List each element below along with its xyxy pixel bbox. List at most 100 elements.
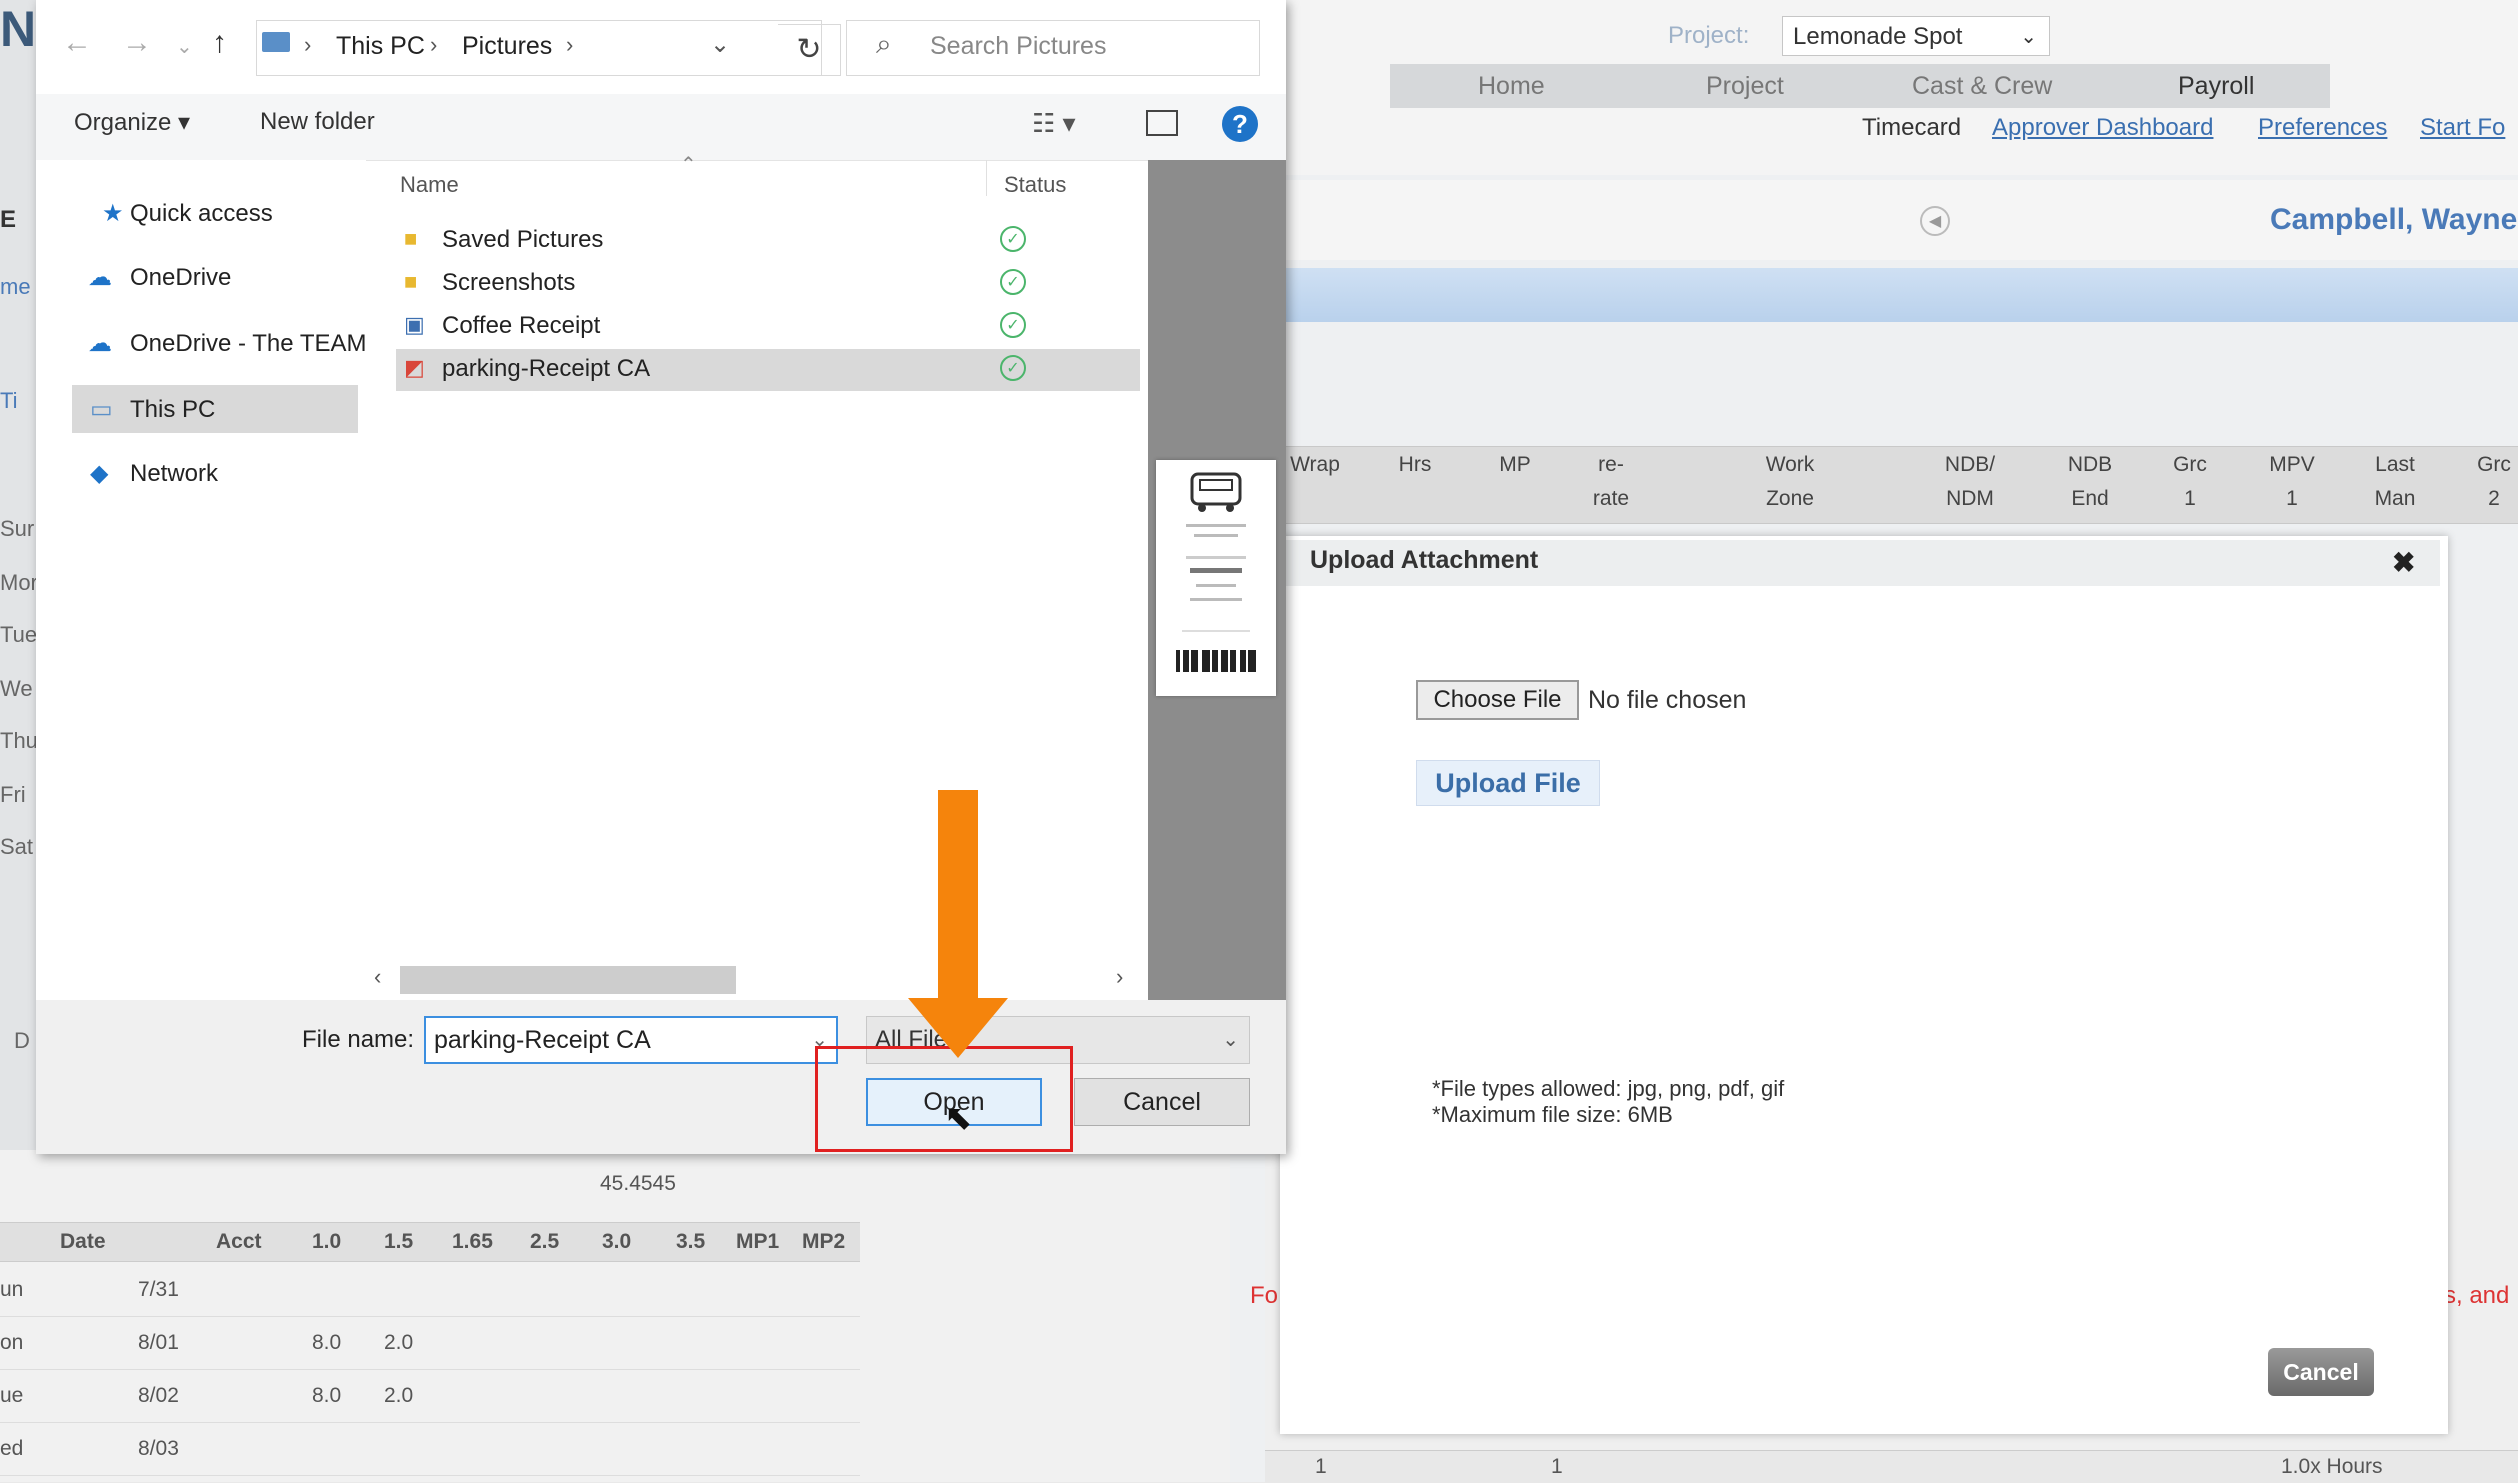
summary-row: 1 1 1.0x Hours <box>1265 1450 2518 1483</box>
row-1-0: 8.0 <box>312 1331 342 1354</box>
view-options-icon[interactable]: ☷ ▾ <box>1032 108 1076 139</box>
row-1-5: 2.0 <box>384 1331 414 1354</box>
row-day: ue <box>0 1384 24 1407</box>
scrollbar-thumb[interactable] <box>400 966 736 994</box>
choose-file-button[interactable]: Choose File <box>1416 680 1579 720</box>
logo-letter: N <box>0 1 37 57</box>
summary-cell-1: 1 <box>1315 1455 1327 1478</box>
upload-file-button[interactable]: Upload File <box>1416 760 1600 806</box>
subnav-approver-dashboard[interactable]: Approver Dashboard <box>1992 114 2213 142</box>
file-types-note: *File types allowed: jpg, png, pdf, gif <box>1432 1076 1785 1101</box>
subnav-timecard[interactable]: Timecard <box>1862 114 1961 142</box>
scroll-left-icon[interactable]: ‹ <box>374 964 381 990</box>
pc-icon <box>262 32 290 52</box>
synced-check-icon: ✓ <box>1000 355 1026 381</box>
nav-onedrive-team[interactable]: ☁ OneDrive - The TEAM <box>88 322 367 366</box>
close-icon[interactable]: ✖ <box>2392 546 2415 579</box>
grid-header-rerate: re-rate <box>1592 453 1630 510</box>
orange-arrow-head <box>908 998 1008 1058</box>
organize-button[interactable]: Organize ▾ <box>74 108 190 137</box>
scroll-right-icon[interactable]: › <box>1116 964 1123 990</box>
table-row: on 8/01 8.0 2.0 <box>0 1317 860 1370</box>
grid-header-last-man: Last Man <box>2374 453 2416 510</box>
dialog-toolbar <box>36 94 1286 161</box>
modal-title: Upload Attachment <box>1310 546 1539 574</box>
hours-col-acct: Acct <box>216 1230 262 1253</box>
summary-hours: 1.0x Hours <box>2281 1455 2383 1478</box>
breadcrumb-this-pc[interactable]: This PC <box>336 32 425 61</box>
timecard-grid-header <box>1280 446 2518 524</box>
forward-arrow-icon[interactable]: → <box>122 26 152 60</box>
subnav-preferences[interactable]: Preferences <box>2258 114 2387 142</box>
help-icon[interactable]: ? <box>1222 106 1258 142</box>
table-row: ue 8/02 8.0 2.0 <box>0 1370 860 1423</box>
tab-payroll[interactable]: Payroll <box>2178 64 2254 108</box>
row-day: on <box>0 1331 24 1354</box>
cloud-icon: ☁ <box>88 330 112 357</box>
hours-col-1-65: 1.65 <box>452 1230 493 1253</box>
refresh-icon[interactable]: ↻ <box>778 24 841 76</box>
nav-onedrive[interactable]: ☁ OneDrive <box>88 256 231 300</box>
file-name-value: parking-Receipt CA <box>434 1026 651 1054</box>
file-name: Saved Pictures <box>442 226 604 253</box>
recent-chevron-icon[interactable]: ⌄ <box>176 34 193 59</box>
tab-project[interactable]: Project <box>1706 64 1784 108</box>
subnav-start-form[interactable]: Start Fo <box>2420 114 2505 142</box>
file-row-coffee-receipt[interactable]: ▣ Coffee Receipt ✓ <box>396 306 1140 348</box>
nav-network[interactable]: ◆ Network <box>90 452 218 496</box>
modal-cancel-button[interactable]: Cancel <box>2268 1348 2374 1396</box>
nav-this-pc[interactable]: ▭ This PC <box>90 388 215 432</box>
preview-pane-icon[interactable] <box>1146 110 1178 136</box>
summary-cell-2: 1 <box>1551 1455 1563 1478</box>
left-label-ti: Ti <box>0 388 18 413</box>
grid-header-grc2: Grc 2 <box>2477 453 2511 510</box>
breadcrumb-separator: › <box>430 32 438 57</box>
employee-name: Campbell, Wayne <box>2270 203 2518 236</box>
table-row: un 7/31 <box>0 1264 860 1317</box>
back-arrow-icon[interactable]: ← <box>62 26 92 60</box>
column-header-status[interactable]: Status <box>1004 172 1066 198</box>
grid-header-work-zone: Work Zone <box>1765 453 1815 510</box>
warning-text-left: Fo <box>1250 1282 1279 1309</box>
warning-text-right: s, and <box>2444 1282 2510 1309</box>
tab-home[interactable]: Home <box>1478 64 1545 108</box>
search-icon: ⌕ <box>876 28 892 59</box>
nav-quick-access[interactable]: ★ Quick access <box>102 192 273 236</box>
grid-header-wrap: Wrap <box>1290 453 1340 476</box>
file-name: Coffee Receipt <box>442 312 601 339</box>
image-file-icon: ▣ <box>404 312 425 337</box>
breadcrumb-pictures[interactable]: Pictures <box>462 32 552 61</box>
column-header-name[interactable]: Name <box>400 172 459 198</box>
file-row-screenshots[interactable]: ■ Screenshots ✓ <box>396 263 1140 305</box>
grid-header-mpv1: MPV 1 <box>2269 453 2315 510</box>
file-row-parking-receipt[interactable]: ◩ parking-Receipt CA ✓ <box>396 349 1140 391</box>
left-day-tue: Tue <box>0 622 38 647</box>
up-arrow-icon[interactable]: ↑ <box>212 26 227 60</box>
upload-attachment-modal <box>1280 536 2448 1434</box>
file-name-label: File name: <box>302 1026 415 1053</box>
column-divider <box>986 160 987 196</box>
tab-cast-crew[interactable]: Cast & Crew <box>1912 64 2052 108</box>
file-size-note: *Maximum file size: 6MB <box>1432 1102 1673 1127</box>
pdf-file-icon: ◩ <box>404 355 425 380</box>
network-icon: ◆ <box>90 460 109 487</box>
breadcrumb-separator: › <box>304 32 312 57</box>
file-name-input[interactable]: parking-Receipt CA ⌄ <box>424 1016 838 1064</box>
hours-col-3-0: 3.0 <box>602 1230 632 1253</box>
left-day-sun: Sur <box>0 516 35 541</box>
cancel-button[interactable]: Cancel <box>1074 1078 1250 1126</box>
folder-icon: ■ <box>404 269 418 294</box>
grid-header-hrs: Hrs <box>1398 453 1432 476</box>
file-row-saved-pictures[interactable]: ■ Saved Pictures ✓ <box>396 220 1140 262</box>
hours-table-header <box>0 1222 860 1262</box>
project-select[interactable]: Lemonade Spot ⌄ <box>1782 16 2050 56</box>
previous-icon[interactable]: ◀ <box>1920 206 1950 236</box>
search-placeholder: Search Pictures <box>930 32 1107 60</box>
left-label-me: me <box>0 274 31 299</box>
address-dropdown-icon[interactable]: ⌄ <box>710 30 730 59</box>
folder-icon: ■ <box>404 226 418 251</box>
left-day-mon: Mor <box>0 570 38 595</box>
row-1-5: 2.0 <box>384 1384 414 1407</box>
left-label-e: E <box>0 206 17 233</box>
new-folder-button[interactable]: New folder <box>260 108 375 136</box>
